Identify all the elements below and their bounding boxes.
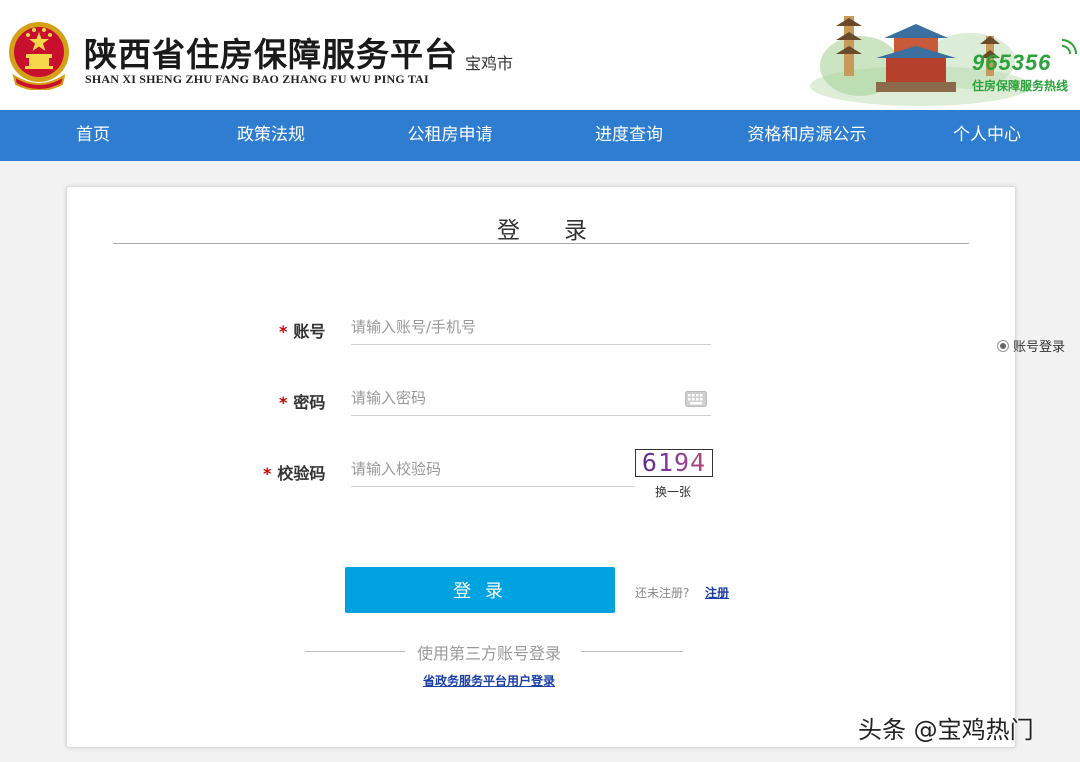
main-nav: 首页 政策法规 公租房申请 进度查询 资格和房源公示 个人中心 — [0, 110, 1080, 161]
captcha-refresh-link[interactable]: 换一张 — [655, 483, 691, 500]
account-login-label: 账号登录 — [1013, 340, 1066, 355]
captcha-text: 6194 — [641, 449, 707, 477]
national-emblem-icon — [9, 22, 69, 90]
account-label: 账号 — [293, 322, 326, 341]
register-link[interactable]: 注册 — [705, 584, 729, 601]
account-login-option[interactable]: 账号登录 — [997, 336, 1065, 355]
divider-right — [581, 651, 683, 652]
keyboard-icon[interactable] — [685, 391, 707, 407]
site-title: 陕西省住房保障服务平台 — [84, 35, 458, 74]
required-mark: * — [263, 464, 272, 483]
captcha-label-wrap: * 校验码 — [263, 460, 325, 484]
account-label-wrap: * 账号 — [279, 318, 325, 342]
divider-left — [305, 651, 405, 652]
nav-item-home[interactable]: 首页 — [76, 110, 110, 161]
city-name: 宝鸡市 — [465, 54, 514, 73]
login-title: 登录 — [497, 218, 631, 244]
captcha-input[interactable] — [351, 451, 635, 487]
register-hint: 还未注册? — [635, 586, 690, 600]
hotline-number: 965356 — [972, 50, 1052, 75]
third-party-label: 使用第三方账号登录 — [417, 644, 562, 663]
captcha-image[interactable]: 6194 — [635, 449, 713, 477]
nav-item-user-center[interactable]: 个人中心 — [953, 110, 1021, 161]
site-subtitle: SHAN XI SHENG ZHU FANG BAO ZHANG FU WU P… — [85, 72, 429, 86]
required-mark: * — [279, 322, 288, 341]
title-divider — [113, 243, 969, 244]
radio-selected-icon[interactable] — [997, 339, 1009, 352]
password-label-wrap: * 密码 — [279, 389, 325, 413]
login-panel: 登录 * 账号 * 密码 * 校验码 6194 换一张 登 录 还未注册? 注册 使用… — [66, 186, 1016, 748]
nav-item-qualification-notice[interactable]: 资格和房源公示 — [748, 110, 867, 161]
nav-item-public-rental-apply[interactable]: 公租房申请 — [408, 110, 493, 161]
required-mark: * — [279, 393, 288, 412]
password-label: 密码 — [293, 393, 326, 412]
nav-item-progress-query[interactable]: 进度查询 — [595, 110, 663, 161]
login-button[interactable]: 登 录 — [345, 567, 615, 613]
nav-item-policy[interactable]: 政策法规 — [237, 110, 305, 161]
hotline-label: 住房保障服务热线 — [972, 79, 1069, 93]
account-input[interactable] — [351, 309, 711, 345]
site-header: 陕西省住房保障服务平台 SHAN XI SHENG ZHU FANG BAO Z… — [0, 0, 1080, 110]
password-input[interactable] — [351, 380, 711, 416]
gov-platform-login-link[interactable]: 省政务服务平台用户登录 — [423, 672, 555, 689]
watermark: 头条 @宝鸡热门 — [858, 716, 1034, 744]
captcha-label: 校验码 — [277, 464, 326, 483]
